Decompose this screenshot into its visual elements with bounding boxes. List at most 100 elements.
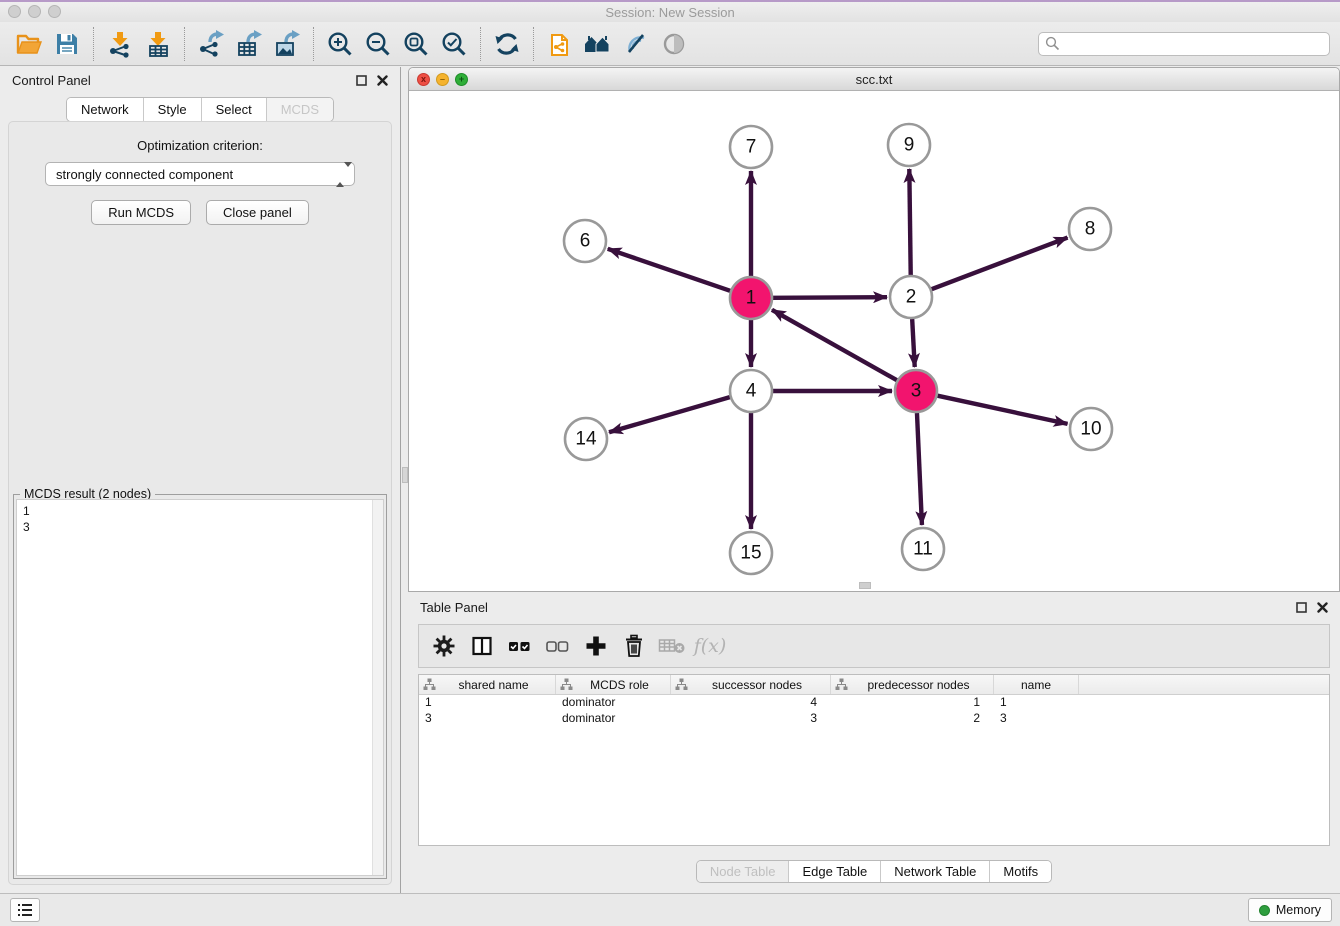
cell-mcds-role[interactable]: dominator (556, 711, 671, 727)
hide-graphics-icon (622, 30, 650, 58)
import-table-button[interactable] (139, 26, 177, 62)
network-graph[interactable]: 7 9 6 8 1 2 4 3 14 10 15 11 (409, 91, 1339, 591)
graph-edge-3-1[interactable] (772, 310, 897, 380)
graph-node-1[interactable]: 1 (730, 277, 772, 319)
export-image-button[interactable] (268, 26, 306, 62)
tab-motifs[interactable]: Motifs (989, 861, 1051, 882)
graph-edge-2-9[interactable] (909, 169, 910, 275)
network-canvas[interactable]: 7 9 6 8 1 2 4 3 14 10 15 11 (409, 91, 1339, 591)
show-graphics-button[interactable] (655, 26, 693, 62)
select-all-button[interactable] (505, 631, 535, 661)
mcds-result-text: 1 3 (17, 500, 383, 538)
zoom-out-button[interactable] (359, 26, 397, 62)
control-panel: Control Panel Network Style Select MCDS … (0, 67, 400, 893)
graph-node-10[interactable]: 10 (1070, 408, 1112, 450)
zoom-fit-button[interactable] (397, 26, 435, 62)
open-session-button[interactable] (10, 26, 48, 62)
tab-network[interactable]: Network (67, 98, 143, 121)
tab-network-table[interactable]: Network Table (880, 861, 989, 882)
titlebar: Session: New Session (0, 2, 1340, 22)
home-button[interactable] (579, 26, 617, 62)
close-panel-button[interactable] (377, 75, 388, 86)
cell-successor-nodes[interactable]: 4 (671, 695, 831, 711)
zoom-selected-button[interactable] (435, 26, 473, 62)
graph-node-4[interactable]: 4 (730, 370, 772, 412)
column-header-successor-nodes[interactable]: successor nodes (671, 675, 831, 694)
column-layout-button[interactable] (467, 631, 497, 661)
graph-node-label: 8 (1085, 219, 1096, 240)
export-image-icon (273, 30, 301, 58)
graph-node-7[interactable]: 7 (730, 126, 772, 168)
tab-style[interactable]: Style (143, 98, 201, 121)
graph-edge-4-14[interactable] (609, 397, 730, 432)
column-header-shared-name[interactable]: shared name (419, 675, 556, 694)
cell-name[interactable]: 3 (994, 711, 1079, 727)
canvas-resize-grip[interactable] (859, 582, 871, 589)
save-session-button[interactable] (48, 26, 86, 62)
toolbar-separator (480, 27, 481, 61)
graph-node-6[interactable]: 6 (564, 220, 606, 262)
graph-node-label: 10 (1080, 419, 1101, 440)
network-from-selection-button[interactable] (541, 26, 579, 62)
graph-node-9[interactable]: 9 (888, 124, 930, 166)
tab-mcds[interactable]: MCDS (266, 98, 333, 121)
memory-button[interactable]: Memory (1248, 898, 1332, 922)
tab-edge-table[interactable]: Edge Table (788, 861, 880, 882)
graph-node-8[interactable]: 8 (1069, 208, 1111, 250)
toolbar-separator (533, 27, 534, 61)
graph-edge-2-3[interactable] (912, 319, 915, 367)
table-panel: Table Panel (408, 594, 1340, 893)
cell-shared-name[interactable]: 3 (419, 711, 556, 727)
graph-edge-2-8[interactable] (932, 238, 1068, 290)
graph-node-14[interactable]: 14 (565, 418, 607, 460)
network-window-titlebar[interactable]: x – + scc.txt (409, 68, 1339, 91)
zoom-selected-icon (440, 30, 468, 58)
graph-node-15[interactable]: 15 (730, 532, 772, 574)
graph-node-label: 2 (906, 287, 917, 308)
graph-node-3[interactable]: 3 (895, 370, 937, 412)
mcds-result-fieldset: MCDS result (2 nodes) 1 3 (13, 494, 387, 879)
refresh-button[interactable] (488, 26, 526, 62)
search-input[interactable] (1038, 32, 1330, 56)
tab-node-table[interactable]: Node Table (697, 861, 789, 882)
graph-node-11[interactable]: 11 (902, 528, 944, 570)
application-window: Session: New Session (0, 0, 1340, 926)
graph-edge-3-11[interactable] (917, 413, 922, 525)
column-header-mcds-role[interactable]: MCDS role (556, 675, 671, 694)
optimization-criterion-select[interactable]: strongly connected component (45, 162, 355, 186)
zoom-in-button[interactable] (321, 26, 359, 62)
export-table-button[interactable] (230, 26, 268, 62)
graph-edge-3-10[interactable] (937, 396, 1067, 424)
table-row[interactable]: 3 dominator 3 2 3 (419, 711, 1329, 727)
table-settings-button[interactable] (429, 631, 459, 661)
import-network-button[interactable] (101, 26, 139, 62)
add-column-button[interactable] (581, 631, 611, 661)
export-network-button[interactable] (192, 26, 230, 62)
mcds-pane: Optimization criterion: strongly connect… (8, 121, 392, 885)
cell-predecessor-nodes[interactable]: 2 (831, 711, 994, 727)
deselect-all-button[interactable] (543, 631, 573, 661)
result-scrollbar[interactable] (372, 500, 383, 875)
graph-edge-1-2[interactable] (773, 297, 887, 298)
delete-column-button[interactable] (619, 631, 649, 661)
panel-splitter[interactable] (400, 67, 408, 893)
hide-graphics-button[interactable] (617, 26, 655, 62)
tab-select[interactable]: Select (201, 98, 266, 121)
cell-mcds-role[interactable]: dominator (556, 695, 671, 711)
column-header-predecessor-nodes[interactable]: predecessor nodes (831, 675, 994, 694)
graph-node-2[interactable]: 2 (890, 276, 932, 318)
run-mcds-button[interactable]: Run MCDS (91, 200, 191, 225)
float-table-panel-button[interactable] (1296, 602, 1307, 613)
column-header-name[interactable]: name (994, 675, 1079, 694)
close-panel-button-mcds[interactable]: Close panel (206, 200, 309, 225)
graph-edge-1-6[interactable] (608, 249, 730, 291)
close-table-panel-button[interactable] (1317, 602, 1328, 613)
show-task-history-button[interactable] (10, 898, 40, 922)
table-row[interactable]: 1 dominator 4 1 1 (419, 695, 1329, 711)
cell-predecessor-nodes[interactable]: 1 (831, 695, 994, 711)
cell-name[interactable]: 1 (994, 695, 1079, 711)
cell-successor-nodes[interactable]: 3 (671, 711, 831, 727)
main-toolbar (0, 22, 1340, 66)
float-panel-button[interactable] (356, 75, 367, 86)
cell-shared-name[interactable]: 1 (419, 695, 556, 711)
